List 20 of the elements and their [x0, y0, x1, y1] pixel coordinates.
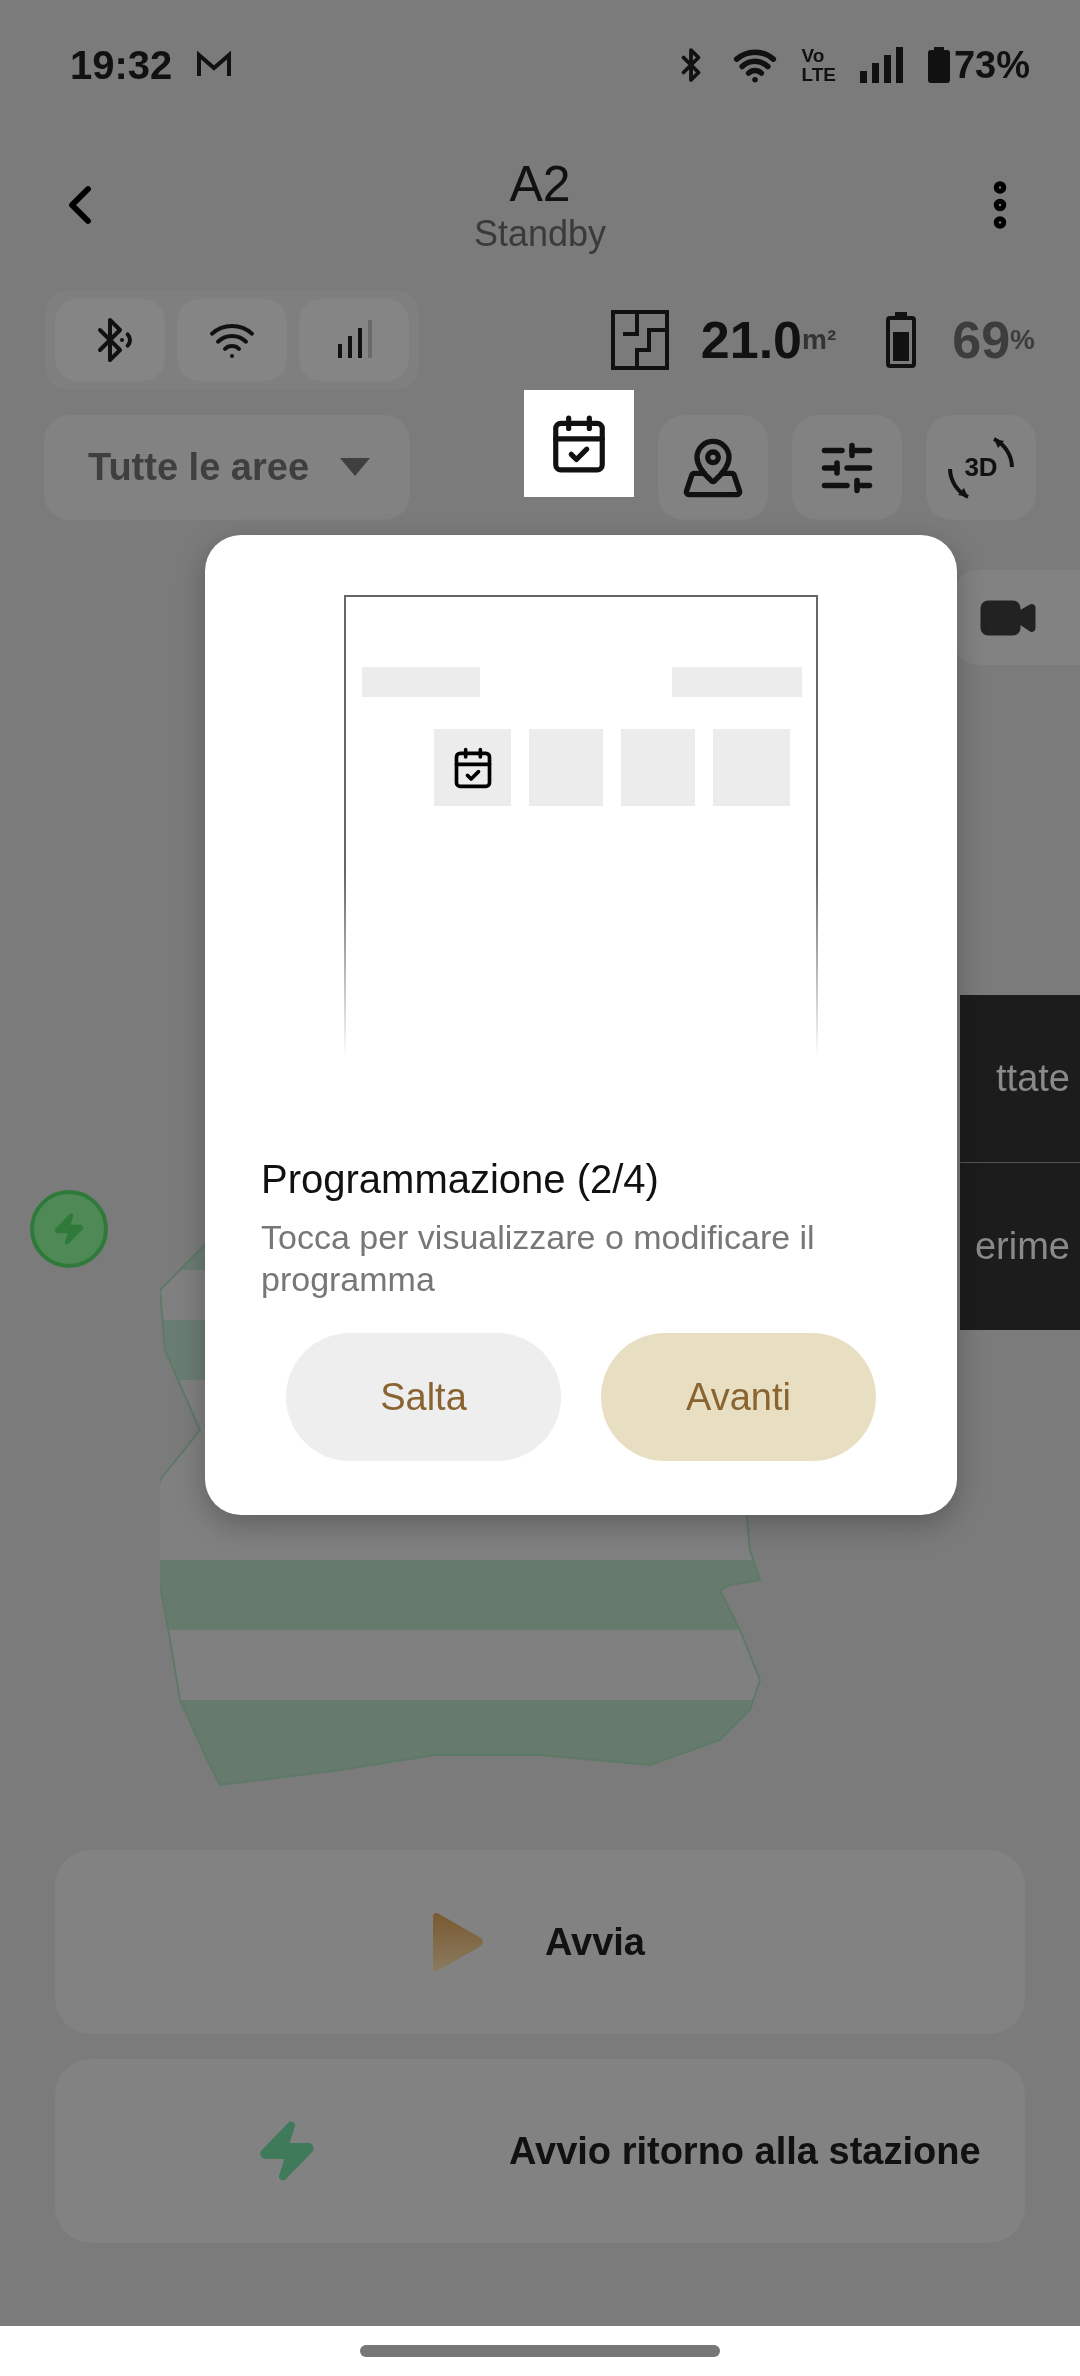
menu-item[interactable]: erime: [960, 1163, 1080, 1330]
toolbar-button[interactable]: 3D: [926, 415, 1036, 520]
area-dropdown[interactable]: Tutte le aree: [44, 415, 410, 520]
battery-percent: 73%: [953, 43, 1030, 87]
dialog-title: Programmazione (2/4): [261, 1157, 660, 1202]
dialog-button[interactable]: Avanti: [601, 1333, 876, 1461]
device-title: A2: [509, 155, 571, 213]
menu-item[interactable]: ttate: [960, 995, 1080, 1163]
dialog-description: Tocca per visualizzare o modificare il programma: [261, 1217, 816, 1300]
view-3d-label: 3D: [964, 452, 998, 483]
network-type: Vo LTE: [801, 46, 836, 84]
area-value: 21.0: [700, 310, 802, 370]
battery-unit: %: [1010, 324, 1035, 355]
dialog-button[interactable]: Salta: [286, 1333, 561, 1461]
action-button[interactable]: Avvia: [55, 1850, 1025, 2034]
device-status: Standby: [473, 213, 607, 255]
status-time: 19:32: [70, 42, 173, 88]
area-unit: m²: [802, 324, 837, 356]
action-button[interactable]: Avvio ritorno alla stazione: [55, 2059, 1025, 2243]
battery-value: 69: [952, 310, 1011, 370]
